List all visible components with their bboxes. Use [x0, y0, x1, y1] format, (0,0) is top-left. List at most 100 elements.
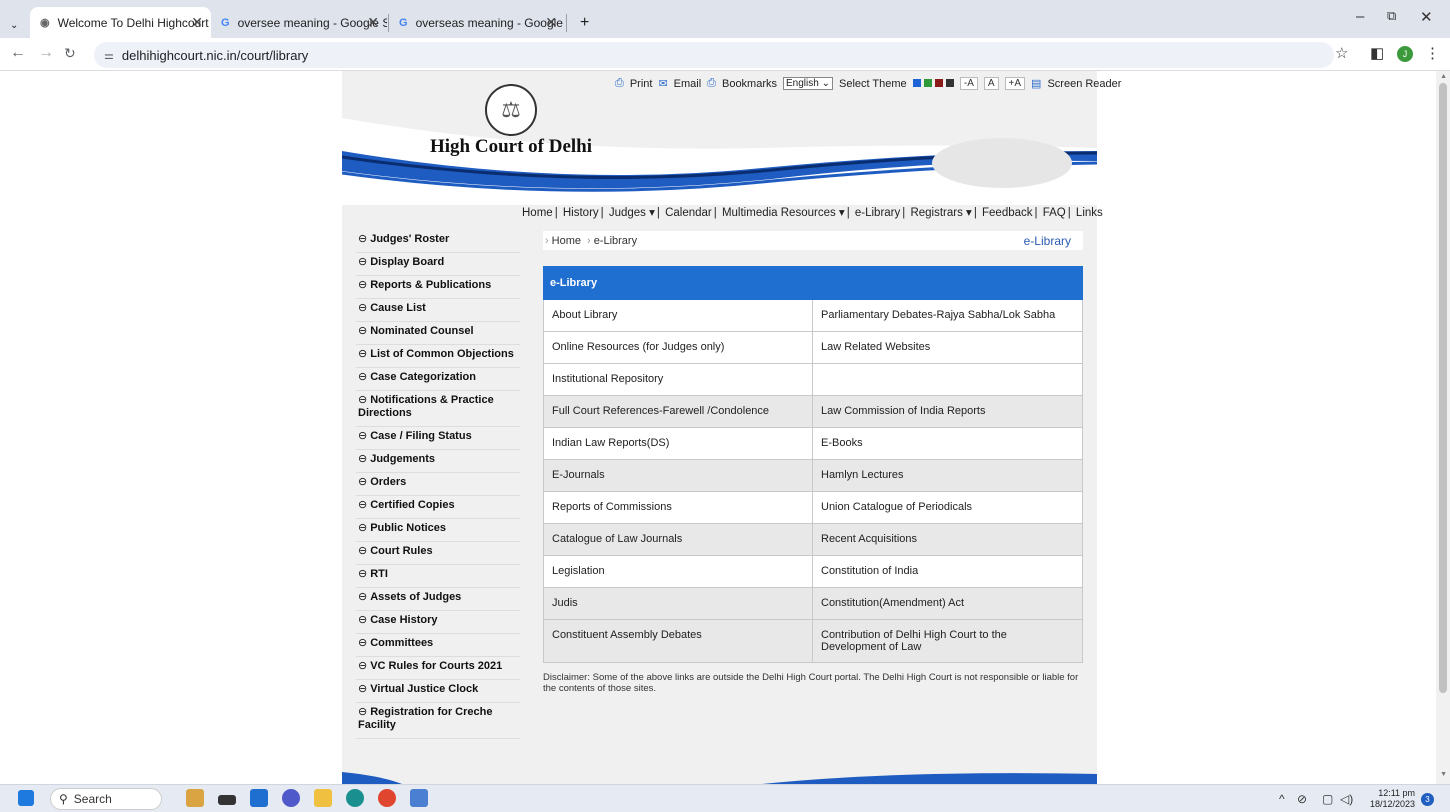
windows-start-icon[interactable]: [18, 790, 34, 806]
profile-avatar[interactable]: J: [1397, 46, 1413, 62]
sidebar-item-case-history[interactable]: ⊖ Case History: [356, 611, 520, 634]
nav-feedback[interactable]: Feedback: [982, 207, 1033, 219]
library-link[interactable]: Judis: [543, 588, 813, 619]
sidebar-item-common-objections[interactable]: ⊖ List of Common Objections: [356, 345, 520, 368]
font-decrease-button[interactable]: -A: [959, 77, 978, 90]
print-link[interactable]: Print: [630, 78, 653, 90]
close-window-icon[interactable]: ✕: [1420, 8, 1433, 26]
nav-home[interactable]: Home: [522, 207, 553, 219]
sidebar-item-orders[interactable]: ⊖ Orders: [356, 473, 520, 496]
side-panel-icon[interactable]: ◧: [1370, 44, 1384, 62]
network-icon[interactable]: ⊘: [1297, 792, 1307, 806]
theme-swatch-maroon[interactable]: [934, 78, 943, 87]
library-link[interactable]: Institutional Repository: [543, 364, 813, 395]
nav-links[interactable]: Links: [1076, 207, 1103, 219]
file-explorer-icon[interactable]: [314, 789, 332, 807]
close-tab-icon[interactable]: ✕: [545, 14, 557, 31]
scrollbar-thumb[interactable]: [1439, 83, 1447, 693]
task-view-icon[interactable]: [218, 795, 236, 805]
sidebar-item-creche-registration[interactable]: ⊖ Registration for Creche Facility: [356, 703, 520, 739]
taskbar-clock[interactable]: 12:11 pm 18/12/2023: [1370, 788, 1415, 810]
tab-overseas-meaning[interactable]: G overseas meaning - Google Sea ✕: [389, 7, 565, 38]
sidebar-item-certified-copies[interactable]: ⊖ Certified Copies: [356, 496, 520, 519]
tray-chevron-icon[interactable]: ^: [1279, 792, 1285, 806]
tab-search-button[interactable]: ⌄: [6, 10, 22, 41]
url-field[interactable]: ⚌ delhihighcourt.nic.in/court/library: [94, 42, 1334, 68]
scroll-down-icon[interactable]: ▼: [1440, 771, 1447, 778]
sidebar-item-case-filing-status[interactable]: ⊖ Case / Filing Status: [356, 427, 520, 450]
sidebar-item-rti[interactable]: ⊖ RTI: [356, 565, 520, 588]
library-link[interactable]: Parliamentary Debates-Rajya Sabha/Lok Sa…: [813, 300, 1083, 331]
bookmarks-link[interactable]: Bookmarks: [722, 78, 777, 90]
reload-icon[interactable]: ↻: [64, 45, 76, 62]
library-link[interactable]: Online Resources (for Judges only): [543, 332, 813, 363]
taskbar-search[interactable]: ⚲ Search: [50, 788, 162, 810]
library-link[interactable]: Recent Acquisitions: [813, 524, 1083, 555]
back-icon[interactable]: ←: [10, 44, 26, 62]
volume-icon[interactable]: ◁): [1340, 792, 1353, 806]
library-link[interactable]: Legislation: [543, 556, 813, 587]
sidebar-item-committees[interactable]: ⊖ Committees: [356, 634, 520, 657]
tab-oversee-meaning[interactable]: G oversee meaning - Google Sea ✕: [211, 7, 387, 38]
notification-badge[interactable]: 3: [1421, 793, 1434, 806]
new-tab-icon[interactable]: +: [570, 7, 599, 38]
theme-swatch-green[interactable]: [923, 78, 932, 87]
display-icon[interactable]: ▢: [1322, 792, 1333, 806]
widgets-icon[interactable]: [186, 789, 204, 807]
sidebar-item-virtual-justice-clock[interactable]: ⊖ Virtual Justice Clock: [356, 680, 520, 703]
teams-icon[interactable]: [282, 789, 300, 807]
library-link[interactable]: Law Related Websites: [813, 332, 1083, 363]
library-link[interactable]: Constitution(Amendment) Act: [813, 588, 1083, 619]
forward-icon[interactable]: →: [38, 44, 54, 62]
edge-icon[interactable]: [346, 789, 364, 807]
font-normal-button[interactable]: A: [983, 77, 999, 90]
library-link[interactable]: E-Journals: [543, 460, 813, 491]
bookmark-star-icon[interactable]: ☆: [1335, 44, 1348, 62]
sidebar-item-judges-roster[interactable]: ⊖ Judges' Roster: [356, 230, 520, 253]
library-link[interactable]: Constituent Assembly Debates: [543, 620, 813, 662]
sidebar-item-case-categorization[interactable]: ⊖ Case Categorization: [356, 368, 520, 391]
chrome-icon[interactable]: [378, 789, 396, 807]
site-info-icon[interactable]: ⚌: [104, 49, 114, 62]
sidebar-item-vc-rules[interactable]: ⊖ VC Rules for Courts 2021: [356, 657, 520, 680]
library-link[interactable]: Reports of Commissions: [543, 492, 813, 523]
nav-history[interactable]: History: [563, 207, 599, 219]
sidebar-item-reports[interactable]: ⊖ Reports & Publications: [356, 276, 520, 299]
library-link[interactable]: Indian Law Reports(DS): [543, 428, 813, 459]
theme-swatch-blue[interactable]: [912, 78, 921, 87]
sidebar-item-cause-list[interactable]: ⊖ Cause List: [356, 299, 520, 322]
email-link[interactable]: Email: [674, 78, 702, 90]
library-link[interactable]: Law Commission of India Reports: [813, 396, 1083, 427]
app-icon[interactable]: [250, 789, 268, 807]
library-link[interactable]: Constitution of India: [813, 556, 1083, 587]
close-tab-icon[interactable]: ✕: [367, 14, 379, 31]
theme-swatch-dark[interactable]: [945, 78, 954, 87]
library-link[interactable]: Contribution of Delhi High Court to the …: [813, 620, 1083, 662]
close-tab-icon[interactable]: ✕: [191, 14, 203, 31]
nav-e-library[interactable]: e-Library: [855, 207, 900, 219]
screen-reader-link[interactable]: Screen Reader: [1047, 78, 1121, 90]
library-link[interactable]: Union Catalogue of Periodicals: [813, 492, 1083, 523]
sidebar-item-assets-of-judges[interactable]: ⊖ Assets of Judges: [356, 588, 520, 611]
nav-faq[interactable]: FAQ: [1043, 207, 1066, 219]
scroll-up-icon[interactable]: ▲: [1440, 73, 1447, 80]
sidebar-item-nominated-counsel[interactable]: ⊖ Nominated Counsel: [356, 322, 520, 345]
font-increase-button[interactable]: +A: [1004, 77, 1026, 90]
breadcrumb-home[interactable]: Home: [552, 235, 581, 247]
library-link[interactable]: Full Court References-Farewell /Condolen…: [543, 396, 813, 427]
sidebar-item-judgements[interactable]: ⊖ Judgements: [356, 450, 520, 473]
nav-calendar[interactable]: Calendar: [665, 207, 712, 219]
library-link[interactable]: E-Books: [813, 428, 1083, 459]
sidebar-item-display-board[interactable]: ⊖ Display Board: [356, 253, 520, 276]
sidebar-item-notifications[interactable]: ⊖ Notifications & Practice Directions: [356, 391, 520, 427]
sidebar-item-public-notices[interactable]: ⊖ Public Notices: [356, 519, 520, 542]
sidebar-item-court-rules[interactable]: ⊖ Court Rules: [356, 542, 520, 565]
language-select[interactable]: English ⌄: [783, 77, 833, 90]
tab-delhi-highcourt[interactable]: ◉ Welcome To Delhi Highcourt ✕: [30, 7, 211, 38]
nav-multimedia[interactable]: Multimedia Resources ▾: [722, 207, 845, 219]
nav-judges[interactable]: Judges ▾: [609, 207, 655, 219]
library-link[interactable]: Hamlyn Lectures: [813, 460, 1083, 491]
nav-registrars[interactable]: Registrars ▾: [910, 207, 971, 219]
app-icon[interactable]: [410, 789, 428, 807]
page-scrollbar[interactable]: ▲ ▼: [1436, 71, 1450, 784]
